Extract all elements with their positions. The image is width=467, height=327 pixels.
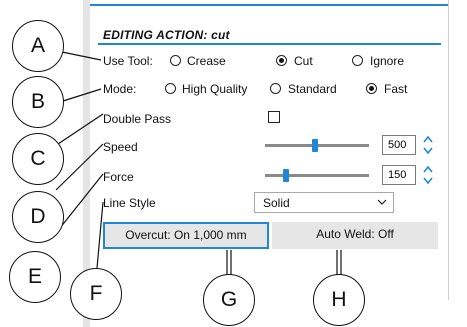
callout-b: B xyxy=(12,76,64,128)
callout-h: H xyxy=(313,274,365,326)
callout-e: E xyxy=(9,251,61,303)
callout-c: C xyxy=(12,133,64,185)
callout-f: F xyxy=(70,268,122,320)
callout-d: D xyxy=(12,191,64,243)
callout-a: A xyxy=(12,20,64,72)
callout-g: G xyxy=(203,274,255,326)
